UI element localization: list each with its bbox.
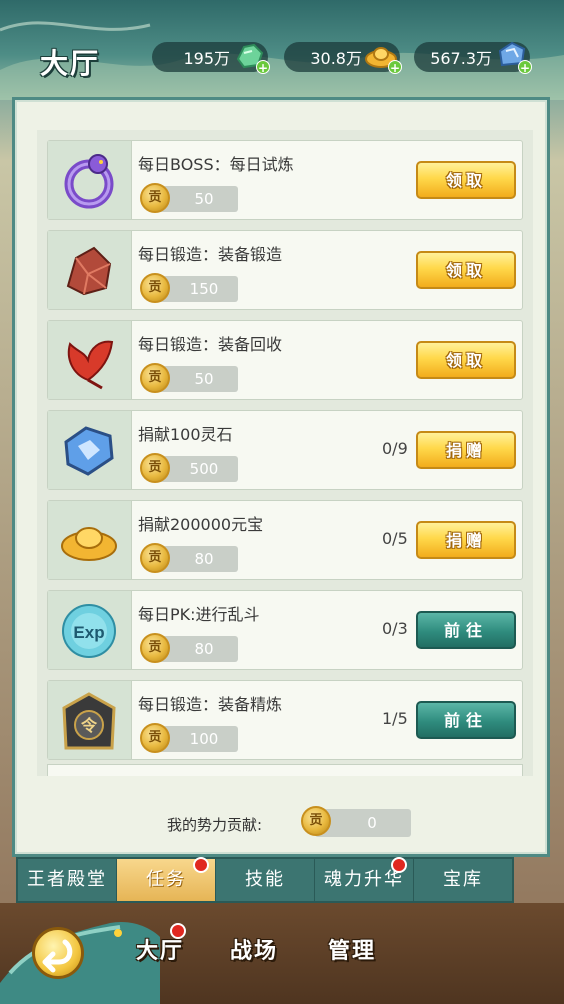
spirit-stone-currency[interactable]: 567.3万 +: [414, 41, 532, 75]
contribution-coin-icon: 贡: [140, 273, 170, 303]
top-bar: 大厅 195万 + 30.8万 + 567.3万 +: [0, 0, 564, 100]
task-title: 每日锻造：装备锻造: [138, 245, 283, 264]
tab-soul-power[interactable]: 魂力升华: [315, 857, 414, 901]
back-button[interactable]: [32, 927, 84, 979]
task-title: 每日锻造：装备回收: [138, 335, 283, 354]
tab-label: 技能: [245, 869, 285, 890]
contribution-coin-icon: 贡: [140, 723, 170, 753]
contribution-value: 0 贡: [301, 806, 411, 838]
spirit-stone-amount: 567.3万: [430, 49, 492, 68]
task-reward: 150 贡: [140, 273, 240, 303]
task-reward: 80 贡: [140, 633, 240, 663]
tab-skills[interactable]: 技能: [216, 859, 315, 901]
add-jade-icon[interactable]: +: [256, 60, 270, 75]
tab-tasks[interactable]: 任务: [117, 857, 216, 901]
tab-bar: 王者殿堂 任务 技能 魂力升华 宝库: [16, 857, 514, 903]
claim-button[interactable]: 领取: [416, 341, 516, 379]
notification-dot: [170, 923, 186, 939]
exp-orb-label: Exp: [73, 623, 104, 642]
contribution-coin-icon: 贡: [301, 806, 331, 836]
task-panel: 每日BOSS：每日试炼 50 贡 领取 每日锻造：装备锻造 150 贡 领取 每…: [12, 97, 550, 857]
task-reward: 50 贡: [140, 183, 240, 213]
task-progress: 0/3: [382, 619, 408, 638]
task-row-partial: [47, 764, 523, 776]
page-title: 大厅: [40, 47, 101, 80]
task-row: 每日BOSS：每日试炼 50 贡 领取: [47, 140, 523, 220]
back-arrow-icon: [42, 939, 73, 973]
contribution-coin-icon: 贡: [140, 183, 170, 213]
go-button[interactable]: 前往: [416, 611, 516, 649]
task-progress: 1/5: [382, 709, 408, 728]
contribution-coin-icon: 贡: [140, 453, 170, 483]
tab-kings-hall[interactable]: 王者殿堂: [18, 859, 117, 901]
token-label: 令: [80, 716, 98, 735]
tab-label: 王者殿堂: [27, 869, 107, 890]
donate-button[interactable]: 捐赠: [416, 521, 516, 559]
task-row: 令 每日锻造：装备精炼 100 贡 1/5 前往: [47, 680, 523, 760]
gold-ingot-icon: [61, 527, 117, 561]
spirit-stone-icon: [64, 426, 114, 476]
red-leaf-icon: [67, 340, 114, 390]
donate-button[interactable]: 捐赠: [416, 431, 516, 469]
task-title: 每日BOSS：每日试炼: [138, 155, 294, 174]
task-reward: 50 贡: [140, 363, 240, 393]
contribution-label: 我的势力贡献:: [167, 816, 263, 834]
go-button[interactable]: 前往: [416, 701, 516, 739]
task-reward: 500 贡: [140, 453, 240, 483]
task-row: 捐献100灵石 500 贡 0/9 捐赠: [47, 410, 523, 490]
jade-amount: 195万: [183, 49, 230, 68]
purple-dragon-icon: [64, 154, 114, 209]
jade-currency[interactable]: 195万 +: [152, 42, 270, 75]
notification-dot: [391, 857, 407, 873]
task-list[interactable]: 每日BOSS：每日试炼 50 贡 领取 每日锻造：装备锻造 150 贡 领取 每…: [37, 130, 533, 776]
task-title: 每日锻造：装备精炼: [138, 695, 283, 714]
tab-label: 魂力升华: [324, 869, 404, 890]
nav-manage[interactable]: 管理: [328, 933, 376, 965]
gold-ingot-amount: 30.8万: [310, 49, 362, 68]
contribution-coin-icon: 贡: [140, 363, 170, 393]
order-token-icon: 令: [62, 692, 116, 750]
task-progress: 0/9: [382, 439, 408, 458]
task-row: 每日锻造：装备回收 50 贡 领取: [47, 320, 523, 400]
notification-dot: [193, 857, 209, 873]
tab-treasury[interactable]: 宝库: [414, 859, 512, 901]
claim-button[interactable]: 领取: [416, 161, 516, 199]
task-title: 捐献200000元宝: [138, 515, 264, 534]
task-row: Exp 每日PK:进行乱斗 80 贡 0/3 前往: [47, 590, 523, 670]
claim-button[interactable]: 领取: [416, 251, 516, 289]
add-gold-ingot-icon[interactable]: +: [388, 60, 402, 75]
tab-label: 宝库: [443, 869, 483, 890]
gold-ingot-currency[interactable]: 30.8万 +: [284, 42, 402, 75]
task-title: 每日PK:进行乱斗: [138, 605, 260, 624]
nav-battlefield[interactable]: 战场: [230, 933, 278, 965]
exp-orb-icon: Exp: [62, 604, 116, 658]
contribution-coin-icon: 贡: [140, 633, 170, 663]
task-reward: 100 贡: [140, 723, 240, 753]
contribution-coin-icon: 贡: [140, 543, 170, 573]
task-title: 捐献100灵石: [138, 425, 233, 444]
bottom-nav: 大厅 战场 管理: [0, 903, 564, 1004]
task-row: 每日锻造：装备锻造 150 贡 领取: [47, 230, 523, 310]
add-spirit-stone-icon[interactable]: +: [518, 60, 532, 75]
tab-label: 任务: [146, 869, 186, 890]
ore-icon: [66, 246, 112, 296]
task-row: 捐献200000元宝 80 贡 0/5 捐赠: [47, 500, 523, 580]
task-reward: 80 贡: [140, 543, 240, 573]
task-progress: 0/5: [382, 529, 408, 548]
